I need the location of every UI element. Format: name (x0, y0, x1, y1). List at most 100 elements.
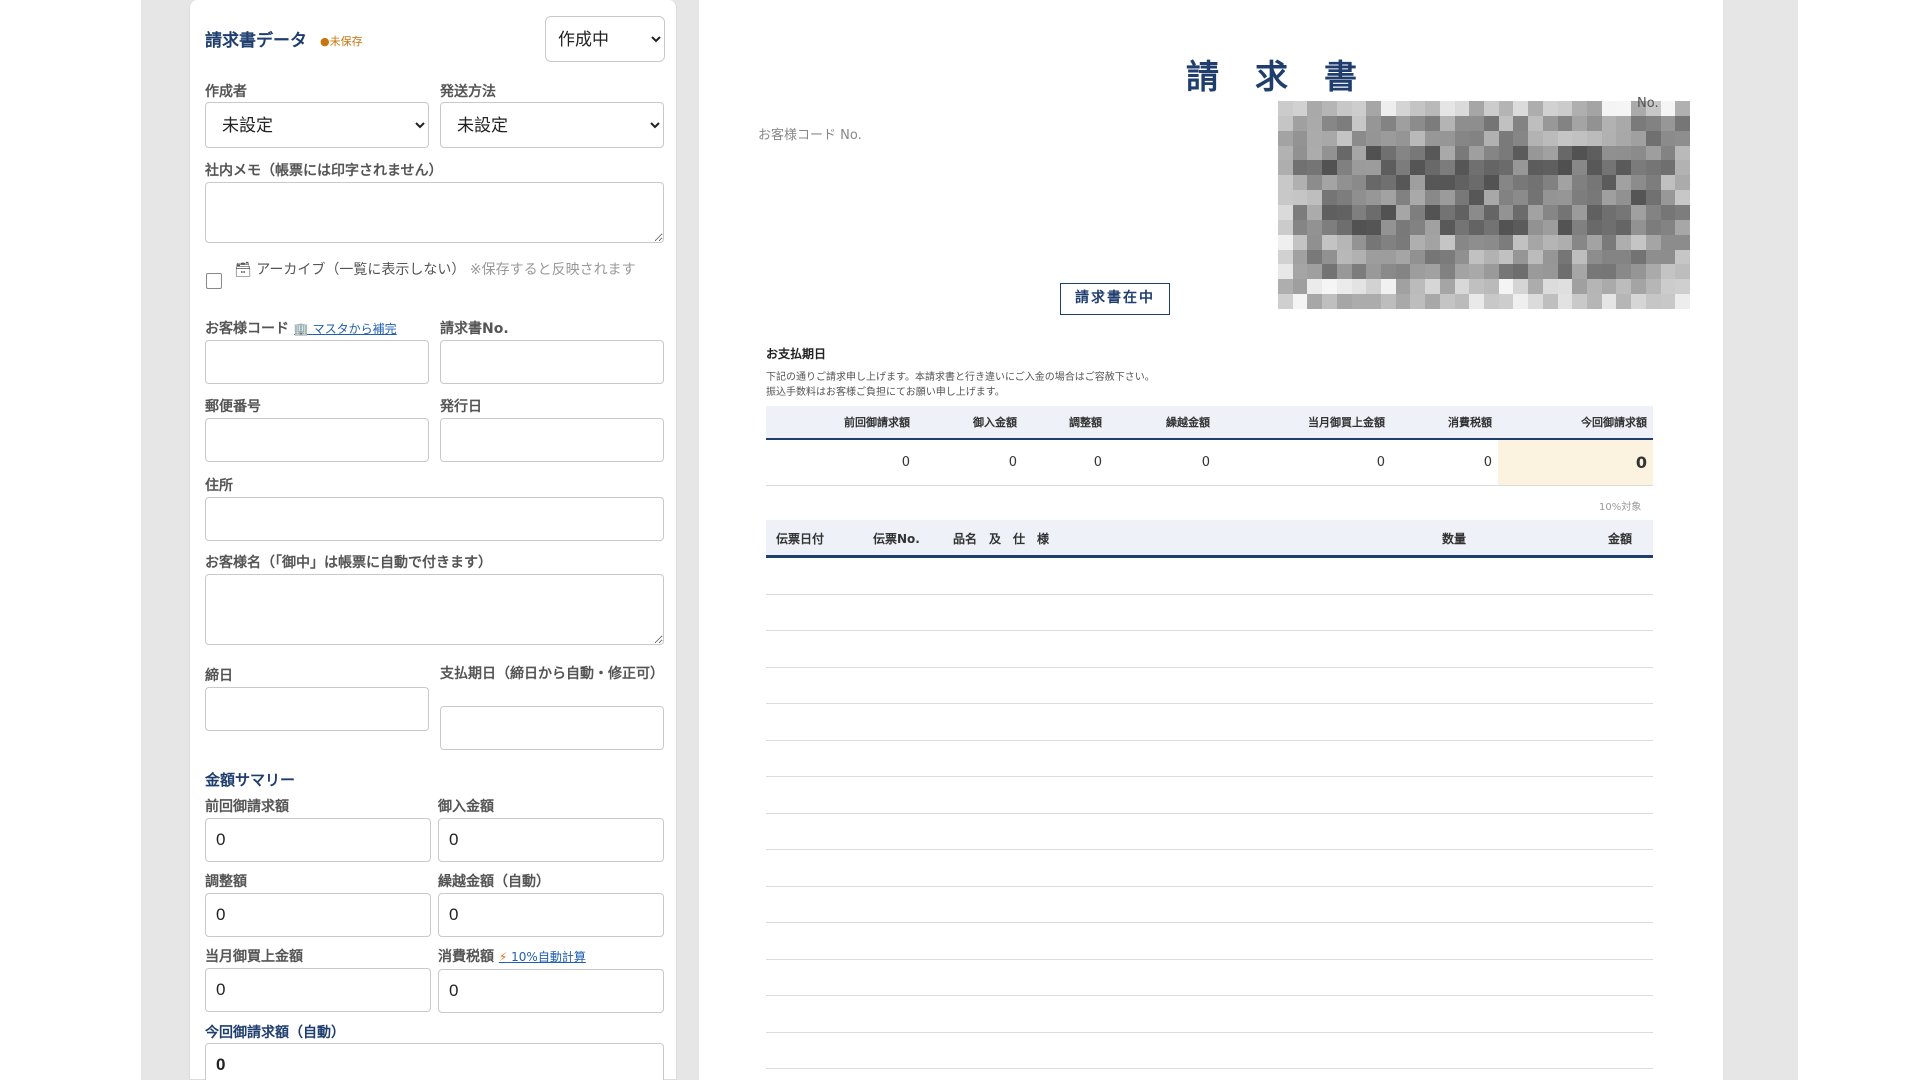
redaction-pixel (1278, 219, 1293, 235)
redaction-pixel (1645, 219, 1661, 235)
address-input[interactable] (205, 497, 664, 541)
memo-textarea[interactable] (205, 182, 664, 243)
redaction-pixel (1469, 130, 1484, 146)
redaction-pixel (1616, 234, 1632, 250)
prev-amount-input[interactable] (205, 818, 431, 862)
summary-value-cell: 0 (1008, 455, 1017, 470)
redaction-pixel (1542, 145, 1558, 161)
summary-header-cell: 繰越金額 (1166, 416, 1210, 429)
redaction-pixel (1336, 279, 1352, 295)
redaction-pixel (1498, 101, 1514, 116)
table-row (766, 631, 1653, 668)
redaction-pixel (1572, 101, 1587, 116)
invoice-form-panel: 請求書データ ●未保存 作成中 作成者 未設定 発送方法 未設定 社内メモ（帳票… (189, 0, 677, 1080)
building-icon: 🏢 (293, 322, 309, 336)
summary-title: 金額サマリー (205, 771, 296, 789)
redaction-pixel (1322, 264, 1337, 280)
redaction-pixel (1351, 234, 1367, 250)
redaction-pixel (1351, 219, 1367, 235)
redaction-pixel (1513, 160, 1529, 176)
redaction-pixel (1572, 160, 1587, 176)
table-row (766, 996, 1653, 1033)
redaction-pixel (1557, 264, 1573, 280)
redaction-pixel (1381, 294, 1396, 309)
adjust-input[interactable] (205, 893, 431, 937)
redaction-pixel (1425, 249, 1440, 265)
redaction-pixel (1616, 264, 1632, 280)
customer-code-input[interactable] (205, 340, 429, 384)
redaction-pixel (1513, 175, 1529, 191)
issue-date-input[interactable] (440, 418, 664, 462)
closing-date-input[interactable] (205, 687, 429, 731)
redaction-pixel (1366, 160, 1381, 176)
redaction-pixel (1351, 160, 1367, 176)
redaction-pixel (1336, 115, 1352, 131)
redaction-pixel (1381, 234, 1396, 250)
redaction-pixel (1307, 294, 1323, 309)
redaction-pixel (1292, 279, 1308, 295)
redaction-pixel (1484, 145, 1499, 161)
redaction-pixel (1542, 264, 1558, 280)
redaction-pixel (1645, 160, 1661, 176)
archive-label: 🗃 アーカイブ（一覧に表示しない） ※保存すると反映されます (234, 261, 664, 280)
redaction-pixel (1322, 294, 1337, 309)
issue-date-label: 発行日 (440, 399, 482, 415)
redaction-pixel (1395, 115, 1411, 131)
tax-auto-calc-link[interactable]: ⚡ 10%自動計算 (499, 950, 586, 964)
redaction-pixel (1425, 294, 1440, 309)
redaction-pixel (1601, 145, 1617, 161)
redaction-pixel (1381, 160, 1396, 176)
redaction-pixel (1572, 234, 1587, 250)
invoice-note-line-2: 振込手数料はお客様ご負担にてお願い申し上げます。 (766, 387, 1005, 398)
redaction-pixel (1587, 204, 1602, 220)
redaction-pixel (1513, 264, 1529, 280)
redaction-pixel (1660, 264, 1676, 280)
redaction-pixel (1660, 101, 1676, 116)
redaction-pixel (1601, 234, 1617, 250)
redaction-pixel (1278, 279, 1293, 295)
shipping-select[interactable]: 未設定 (440, 102, 664, 148)
status-select[interactable]: 作成中 (545, 16, 665, 62)
redaction-pixel (1660, 219, 1676, 235)
redaction-pixel (1601, 204, 1617, 220)
table-row (766, 960, 1653, 996)
redaction-pixel (1587, 130, 1602, 146)
table-row (766, 923, 1653, 960)
total-input[interactable] (205, 1043, 664, 1080)
due-date-input[interactable] (440, 706, 664, 750)
redaction-pixel (1425, 264, 1440, 280)
archive-checkbox[interactable] (206, 273, 222, 289)
redaction-pixel (1439, 130, 1455, 146)
invoice-no-input[interactable] (440, 340, 664, 384)
redaction-pixel (1395, 101, 1411, 116)
redaction-pixel (1587, 145, 1602, 161)
redaction-pixel (1469, 294, 1484, 309)
paid-amount-input[interactable] (438, 818, 664, 862)
summary-table: 前回御請求額 御入金額 調整額 繰越金額 当月御買上金額 消費税額 今回御請求額 00000… (766, 406, 1653, 486)
summary-header-cell: 当月御買上金額 (1308, 416, 1385, 429)
redaction-pixel (1528, 294, 1543, 309)
redaction-pixel (1307, 204, 1323, 220)
redaction-pixel (1322, 101, 1337, 116)
redaction-pixel (1307, 279, 1323, 295)
table-row (766, 668, 1653, 704)
redaction-pixel (1572, 264, 1587, 280)
redaction-pixel (1410, 219, 1426, 235)
redaction-pixel (1336, 175, 1352, 191)
redaction-pixel (1557, 145, 1573, 161)
carryover-input[interactable] (438, 893, 664, 937)
redaction-pixel (1469, 101, 1484, 116)
archive-icon: 🗃 (234, 262, 252, 278)
tax-input[interactable] (438, 969, 664, 1013)
redaction-pixel (1278, 175, 1293, 191)
master-fill-link[interactable]: 🏢 マスタから補完 (294, 322, 397, 336)
monthly-sales-input[interactable] (205, 968, 431, 1012)
author-select[interactable]: 未設定 (205, 102, 429, 148)
redaction-pixel (1542, 234, 1558, 250)
customer-name-textarea[interactable] (205, 574, 664, 645)
redaction-pixel (1395, 294, 1411, 309)
postal-input[interactable] (205, 418, 429, 462)
redaction-pixel (1645, 115, 1661, 131)
redaction-pixel (1498, 175, 1514, 191)
redaction-pixel (1498, 115, 1514, 131)
